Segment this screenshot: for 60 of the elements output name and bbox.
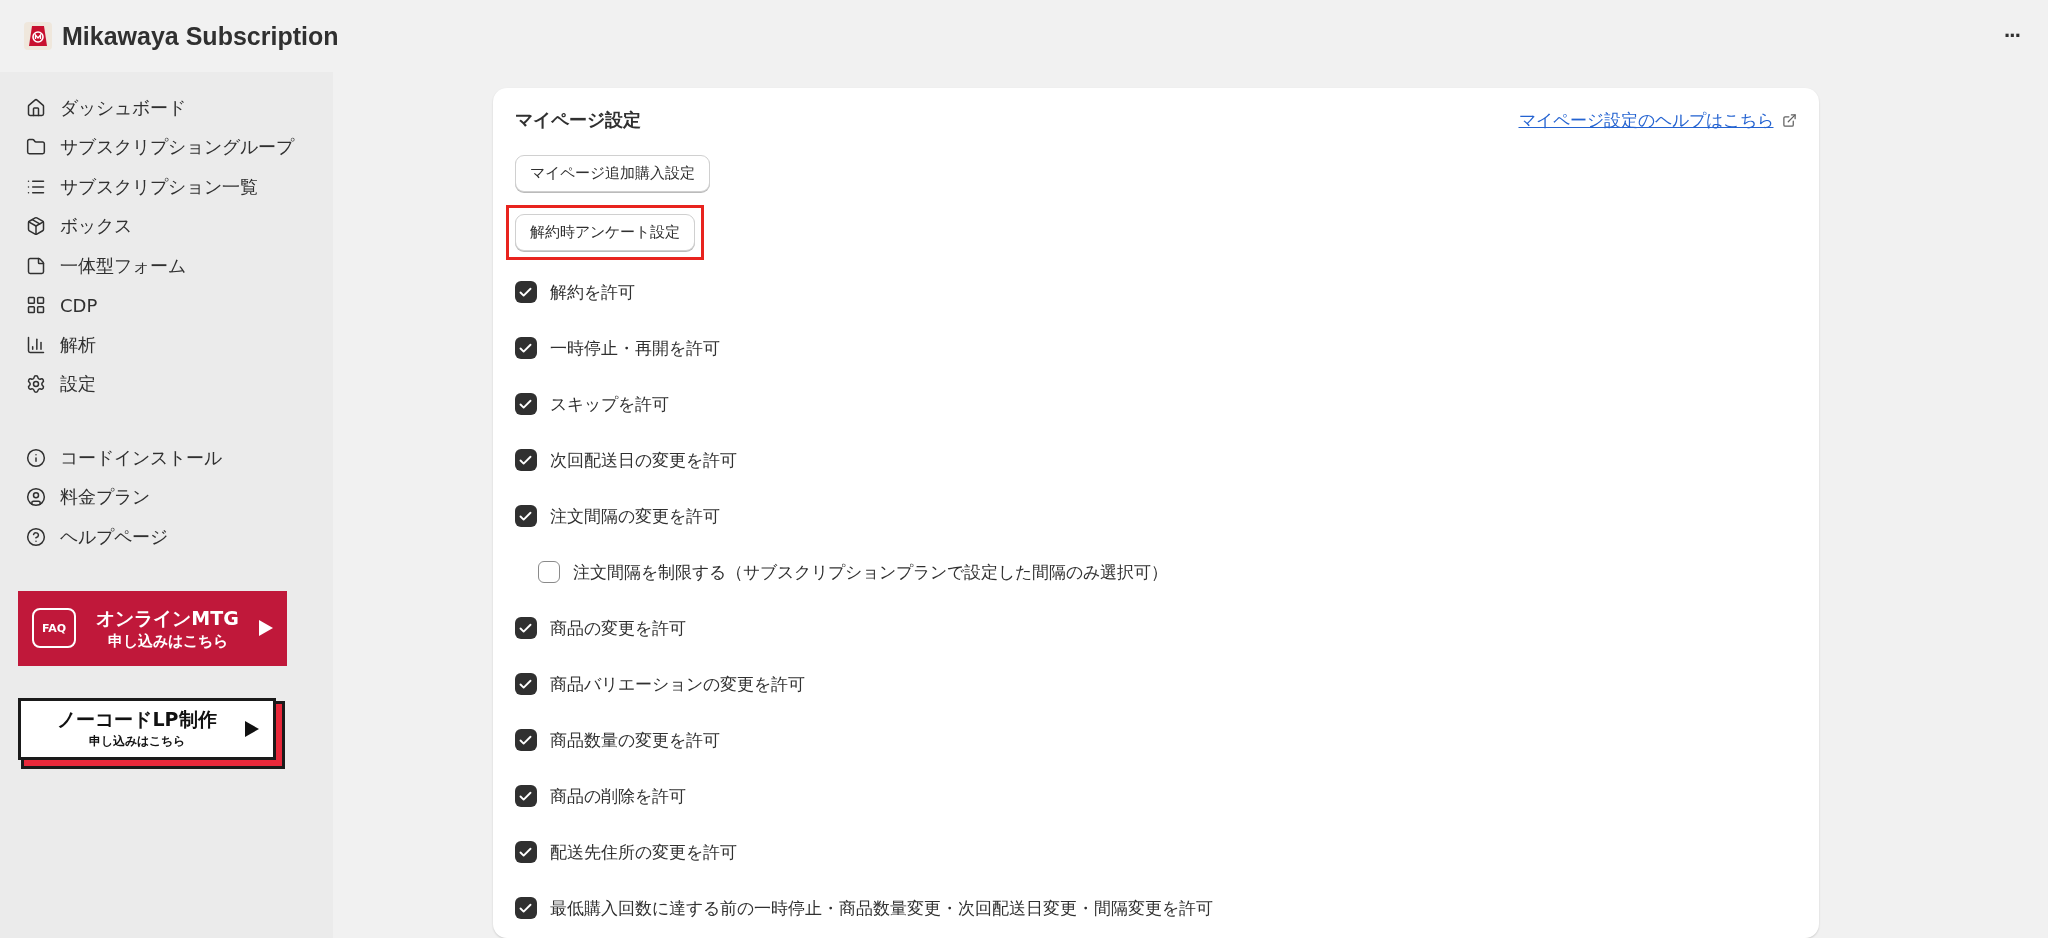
meeting-banner[interactable]: FAQ オンラインMTG 申し込みはこちら (18, 590, 287, 666)
checkbox[interactable] (514, 617, 537, 639)
card-title: マイページ設定 (514, 108, 641, 132)
nav-item[interactable]: サブスクリプショングループ (18, 127, 333, 167)
banner-subtitle: 申し込みはこちら (107, 631, 228, 651)
nav-item[interactable]: 解析 (18, 325, 333, 365)
checkbox[interactable] (514, 785, 537, 807)
banner-title: ノーコードLP制作 (57, 707, 217, 732)
nav-item[interactable]: ダッシュボード (18, 88, 333, 128)
nav-item[interactable]: 一体型フォーム (18, 246, 333, 286)
checkbox[interactable] (514, 897, 537, 919)
settings-icon (26, 374, 46, 395)
help-link[interactable]: マイページ設定のヘルプはこちら (1518, 108, 1797, 132)
app-logo-icon (24, 22, 52, 50)
settings-button[interactable]: 解約時アンケート設定 (514, 214, 695, 251)
option-label: 最低購入回数に達する前の一時停止・商品数量変更・次回配送日変更・間隔変更を許可 (549, 896, 1213, 920)
nav-item[interactable]: 料金プラン (18, 477, 333, 517)
option-label: 解約を許可 (549, 280, 635, 304)
play-icon (259, 620, 273, 636)
checkbox[interactable] (514, 505, 537, 527)
option-label: 注文間隔を制限する（サブスクリプションプランで設定した間隔のみ選択可） (572, 560, 1168, 584)
nav-item[interactable]: ヘルプページ (18, 517, 333, 557)
nav-item[interactable]: CDP (18, 285, 333, 325)
checkbox[interactable] (514, 729, 537, 751)
more-button[interactable]: ··· (1998, 22, 2026, 50)
home-icon (26, 97, 46, 118)
checkbox[interactable] (514, 337, 537, 359)
option-label: 次回配送日の変更を許可 (549, 448, 737, 472)
option-label: 商品の削除を許可 (549, 784, 686, 808)
nav-item[interactable]: ボックス (18, 206, 333, 246)
banner-title: オンラインMTG (96, 605, 239, 631)
info-icon (26, 447, 46, 468)
option-label: 配送先住所の変更を許可 (549, 840, 737, 864)
external-link-icon (1781, 112, 1797, 128)
option-label: スキップを許可 (549, 392, 669, 416)
help-icon (26, 526, 46, 547)
checkbox[interactable] (514, 281, 537, 303)
box-icon (26, 216, 46, 237)
checkbox[interactable] (514, 449, 537, 471)
grid-icon (26, 295, 46, 316)
chat-bubble-icon: FAQ (32, 608, 76, 648)
option-label: 商品バリエーションの変更を許可 (549, 672, 805, 696)
nav-item[interactable]: 設定 (18, 364, 333, 404)
nav-item[interactable]: サブスクリプション一覧 (18, 167, 333, 207)
play-icon (245, 720, 259, 737)
checkbox[interactable] (537, 561, 560, 583)
settings-button[interactable]: マイページ追加購入設定 (514, 155, 710, 192)
note-icon (26, 255, 46, 276)
app-title: Mikawaya Subscription (62, 21, 339, 51)
option-label: 注文間隔の変更を許可 (549, 504, 720, 528)
checkbox[interactable] (514, 393, 537, 415)
checkbox[interactable] (514, 673, 537, 695)
checkbox[interactable] (514, 841, 537, 863)
option-label: 一時停止・再開を許可 (549, 336, 720, 360)
option-label: 商品の変更を許可 (549, 616, 686, 640)
option-label: 商品数量の変更を許可 (549, 728, 720, 752)
user-icon (26, 487, 46, 508)
nav-item[interactable]: コードインストール (18, 438, 333, 478)
banner-subtitle: 申し込みはこちら (89, 733, 185, 750)
bar-chart-icon (26, 334, 46, 355)
